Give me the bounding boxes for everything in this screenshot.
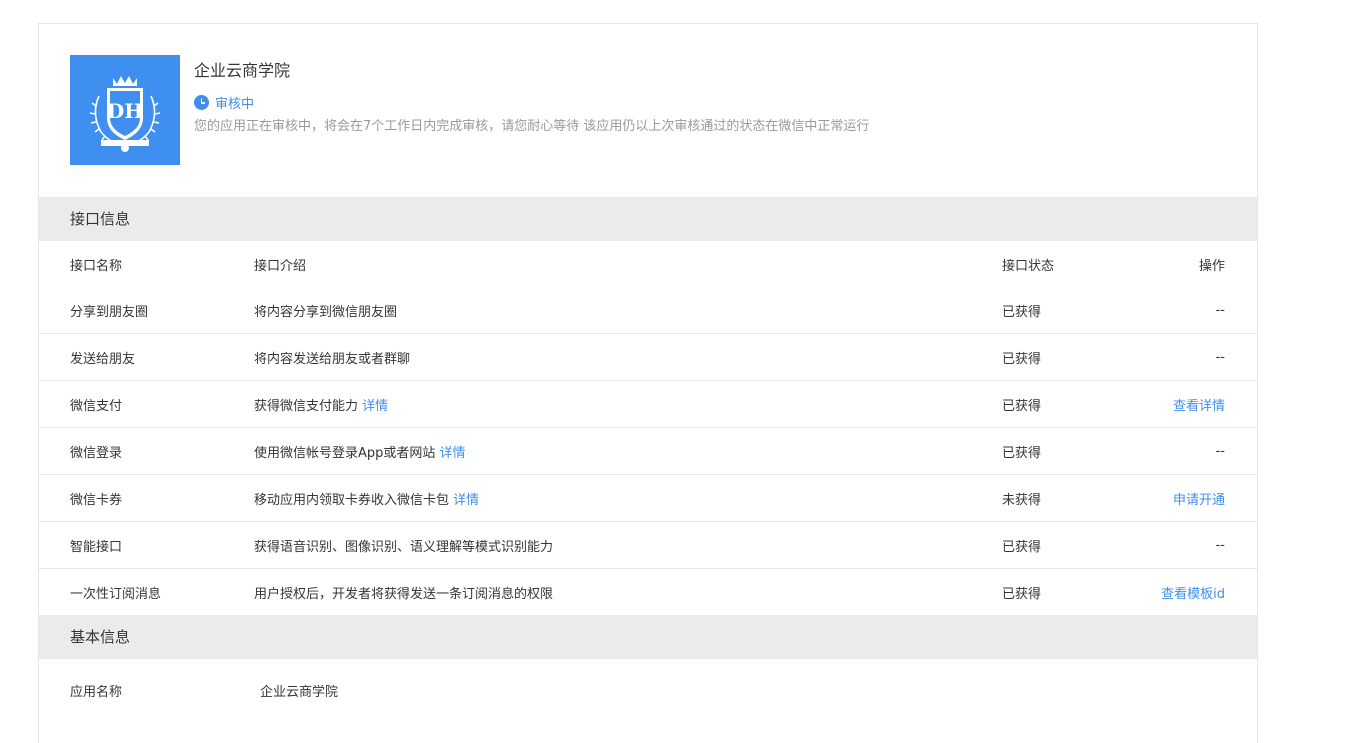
api-action-cell: -- bbox=[1152, 427, 1257, 475]
app-logo: DH bbox=[70, 55, 180, 165]
review-status-description: 您的应用正在审核中，将会在7个工作日内完成审核，请您耐心等待 该应用仍以上次审核… bbox=[194, 119, 870, 134]
column-header-action: 操作 bbox=[1198, 258, 1225, 274]
app-name: 企业云商学院 bbox=[194, 61, 291, 80]
basic-info-row: 应用名称 企业云商学院 bbox=[39, 659, 1257, 721]
table-row: 微信卡券 移动应用内领取卡券收入微信卡包 详情 未获得 申请开通 bbox=[39, 474, 1257, 522]
svg-text:DH: DH bbox=[107, 99, 143, 123]
api-status: 已获得 bbox=[1002, 568, 1152, 615]
api-description: 将内容发送给朋友或者群聊 bbox=[254, 351, 411, 367]
api-description: 移动应用内领取卡券收入微信卡包 bbox=[254, 492, 450, 508]
api-description-cell: 移动应用内领取卡券收入微信卡包 详情 bbox=[254, 474, 1002, 522]
api-description: 获得语音识别、图像识别、语义理解等模式识别能力 bbox=[254, 539, 554, 555]
api-action-placeholder: -- bbox=[1215, 537, 1225, 553]
api-table: 接口名称 接口介绍 接口状态 操作 分享到朋友圈 将内容分享到微信朋友圈 已获得 --… bbox=[39, 241, 1257, 615]
api-description-cell: 使用微信帐号登录App或者网站 详情 bbox=[254, 427, 1002, 475]
api-action-cell: -- bbox=[1152, 333, 1257, 381]
column-header-desc: 接口介绍 bbox=[254, 258, 307, 274]
app-header: DH 企业云商学院 审核中 您的应用正在审核中，将会在7个工作日内完成审核，请您… bbox=[39, 24, 1257, 197]
api-action-cell: -- bbox=[1152, 521, 1257, 569]
app-detail-panel: DH 企业云商学院 审核中 您的应用正在审核中，将会在7个工作日内完成审核，请您… bbox=[38, 23, 1258, 743]
table-row: 一次性订阅消息 用户授权后，开发者将获得发送一条订阅消息的权限 已获得 查看模板id bbox=[39, 568, 1257, 615]
api-action-placeholder: -- bbox=[1215, 349, 1225, 365]
api-action-cell: 申请开通 bbox=[1152, 474, 1257, 522]
api-status: 已获得 bbox=[1002, 521, 1152, 569]
api-description: 获得微信支付能力 bbox=[254, 398, 359, 414]
api-description-cell: 获得语音识别、图像识别、语义理解等模式识别能力 bbox=[254, 521, 1002, 569]
api-name: 微信卡券 bbox=[39, 474, 254, 522]
api-description-cell: 将内容分享到微信朋友圈 bbox=[254, 287, 1002, 334]
api-table-header: 接口名称 接口介绍 接口状态 操作 bbox=[39, 241, 1257, 287]
column-header-name: 接口名称 bbox=[70, 258, 123, 274]
table-row: 发送给朋友 将内容发送给朋友或者群聊 已获得 -- bbox=[39, 333, 1257, 381]
api-description: 将内容分享到微信朋友圈 bbox=[254, 304, 398, 320]
api-action-placeholder: -- bbox=[1215, 443, 1225, 459]
api-status: 未获得 bbox=[1002, 474, 1152, 522]
api-description: 使用微信帐号登录App或者网站 bbox=[254, 445, 436, 461]
table-row: 分享到朋友圈 将内容分享到微信朋友圈 已获得 -- bbox=[39, 287, 1257, 334]
api-detail-link[interactable]: 详情 bbox=[440, 446, 466, 461]
basic-section-title: 基本信息 bbox=[39, 615, 1257, 659]
api-name: 微信支付 bbox=[39, 380, 254, 428]
table-row: 智能接口 获得语音识别、图像识别、语义理解等模式识别能力 已获得 -- bbox=[39, 521, 1257, 569]
table-row: 微信支付 获得微信支付能力 详情 已获得 查看详情 bbox=[39, 380, 1257, 428]
table-row: 微信登录 使用微信帐号登录App或者网站 详情 已获得 -- bbox=[39, 427, 1257, 475]
api-description-cell: 用户授权后，开发者将获得发送一条订阅消息的权限 bbox=[254, 568, 1002, 615]
api-action-link[interactable]: 申请开通 bbox=[1173, 493, 1225, 508]
api-status: 已获得 bbox=[1002, 304, 1042, 320]
api-action-link[interactable]: 查看详情 bbox=[1173, 399, 1225, 414]
api-action-link[interactable]: 查看模板id bbox=[1161, 587, 1225, 602]
api-description: 用户授权后，开发者将获得发送一条订阅消息的权限 bbox=[254, 586, 554, 602]
review-status-label: 审核中 bbox=[215, 97, 255, 112]
crown-shield-logo-icon: DH bbox=[89, 76, 161, 152]
api-action-cell: 查看模板id bbox=[1152, 568, 1257, 615]
api-name: 智能接口 bbox=[39, 521, 254, 569]
api-status: 已获得 bbox=[1002, 427, 1152, 475]
api-name: 一次性订阅消息 bbox=[39, 568, 254, 615]
review-status: 审核中 bbox=[194, 93, 254, 112]
column-header-status: 接口状态 bbox=[1002, 258, 1055, 274]
api-name: 微信登录 bbox=[39, 427, 254, 475]
api-section-title: 接口信息 bbox=[39, 197, 1257, 241]
api-action-placeholder: -- bbox=[1215, 302, 1225, 318]
api-status: 已获得 bbox=[1002, 380, 1152, 428]
api-detail-link[interactable]: 详情 bbox=[362, 399, 388, 414]
api-description-cell: 获得微信支付能力 详情 bbox=[254, 380, 1002, 428]
api-name: 发送给朋友 bbox=[39, 333, 254, 381]
api-action-cell: -- bbox=[1152, 287, 1257, 334]
clock-icon bbox=[194, 95, 209, 110]
basic-info-value: 企业云商学院 bbox=[260, 684, 339, 700]
api-description-cell: 将内容发送给朋友或者群聊 bbox=[254, 333, 1002, 381]
api-detail-link[interactable]: 详情 bbox=[453, 493, 479, 508]
api-status: 已获得 bbox=[1002, 333, 1152, 381]
api-action-cell: 查看详情 bbox=[1152, 380, 1257, 428]
api-name: 分享到朋友圈 bbox=[70, 304, 149, 320]
basic-info-label: 应用名称 bbox=[70, 684, 123, 700]
